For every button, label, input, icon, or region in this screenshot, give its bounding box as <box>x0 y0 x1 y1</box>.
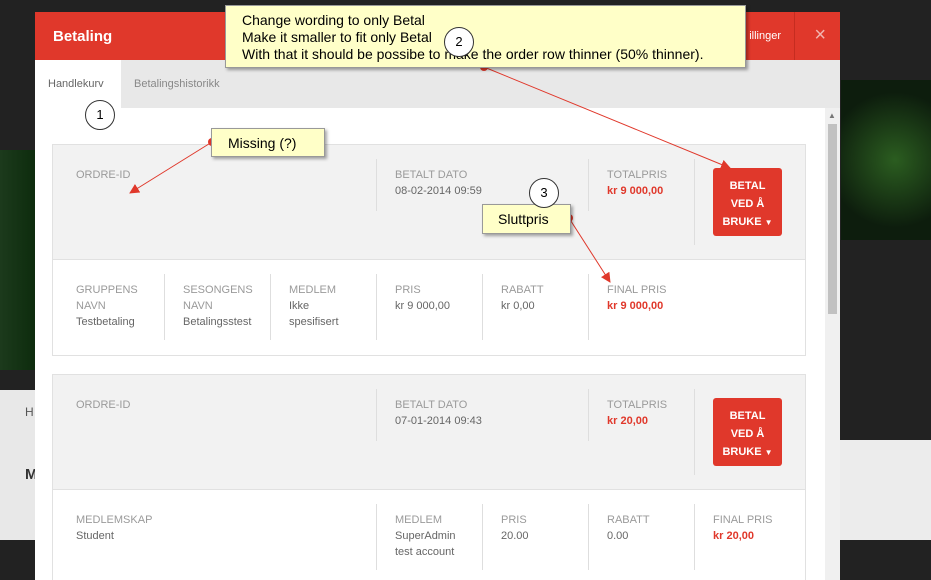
annotation-arrow <box>483 66 731 170</box>
annotation-note-2: Change wording to only Betal Make it sma… <box>225 5 746 68</box>
annotation-note-3: Sluttpris <box>482 204 571 234</box>
note-line: With that it should be possibe to make t… <box>242 46 704 62</box>
annotation-number-2: 2 <box>444 27 474 57</box>
annotation-arrows <box>129 63 731 283</box>
annotation-number-3: 3 <box>529 178 559 208</box>
annotation-arrow <box>129 141 213 194</box>
annotation-note-1: Missing (?) <box>211 128 325 157</box>
annotation-arrow <box>568 217 611 283</box>
annotation-number-1: 1 <box>85 100 115 130</box>
note-line: Make it smaller to fit only Betal <box>242 29 432 45</box>
note-line: Change wording to only Betal <box>242 12 425 28</box>
